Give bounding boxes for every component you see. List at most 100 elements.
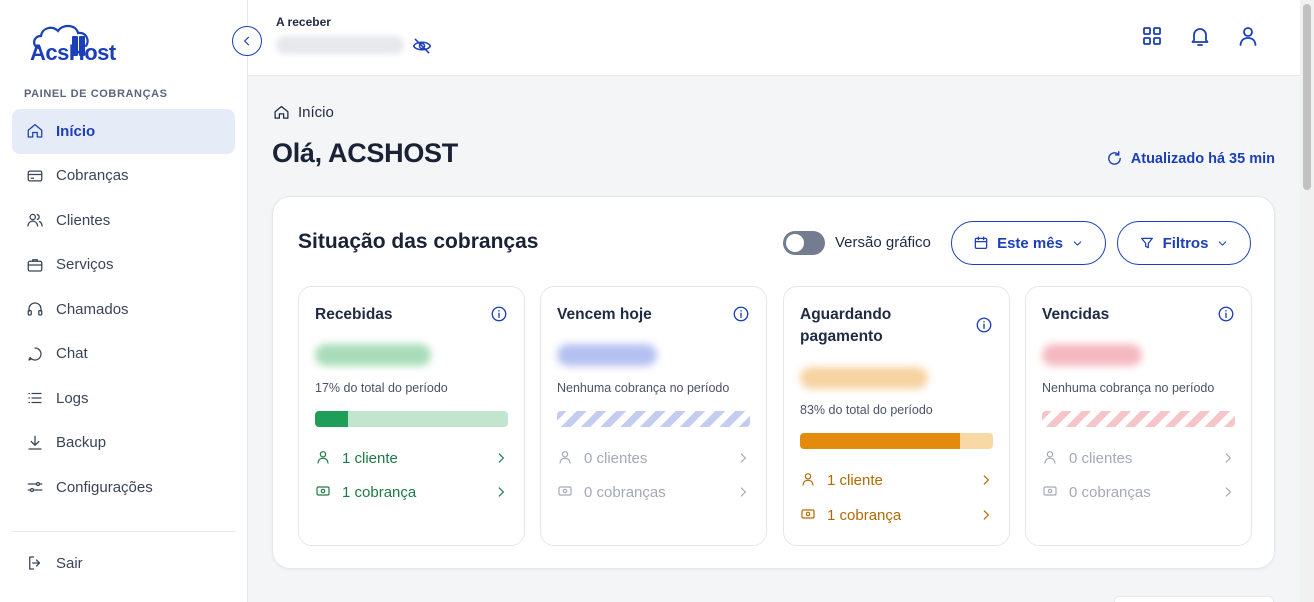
period-select-button[interactable]: Este mês (951, 221, 1106, 265)
progress-bar-empty (557, 411, 750, 427)
amount-hidden (1042, 344, 1142, 366)
sidebar-item-label: Serviços (56, 256, 114, 274)
apps-grid-icon (1143, 27, 1161, 45)
info-icon[interactable] (1217, 305, 1235, 323)
sidebar-item-chat[interactable]: Chat (12, 332, 235, 377)
chevron-right-icon (1221, 451, 1235, 465)
chevron-right-icon (736, 485, 750, 499)
briefcase-icon (24, 254, 46, 276)
charges-link[interactable]: 0 cobranças (557, 481, 750, 503)
chevron-right-icon (494, 485, 508, 499)
progress-bar (315, 411, 508, 427)
logout-label: Sair (56, 554, 83, 572)
notifications-button[interactable] (1188, 24, 1212, 48)
scrollbar-thumb[interactable] (1303, 4, 1311, 190)
user-icon (557, 449, 575, 467)
receive-value-hidden (276, 36, 404, 54)
clients-link[interactable]: 1 cliente (800, 469, 993, 491)
sidebar-item-label: Clientes (56, 211, 111, 229)
progress-fill (315, 411, 348, 427)
amount-hidden (315, 344, 431, 366)
user-icon (800, 471, 818, 489)
breadcrumb: Início (273, 104, 334, 121)
amount-hidden (800, 367, 928, 389)
sidebar-item-label: Chat (56, 345, 88, 363)
card-title: Vencidas (1042, 306, 1110, 323)
collapse-sidebar-button[interactable] (232, 26, 262, 56)
apps-grid-button[interactable] (1140, 24, 1164, 48)
acshost-logo[interactable]: AcsHost (28, 22, 128, 68)
sidebar-item-chamados[interactable]: Chamados (12, 287, 235, 332)
sidebar-item-label: Configurações (56, 478, 153, 496)
card-note: 17% do total do período (315, 381, 448, 395)
progress-fill (800, 433, 961, 449)
topbar: A receber (248, 0, 1300, 76)
filter-icon (1140, 237, 1153, 249)
headset-icon (24, 298, 46, 320)
card-vencidas: Vencidas Nenhuma cobrança no período 0 c… (1025, 286, 1252, 546)
card-title: Vencem hoje (557, 306, 652, 323)
users-icon (24, 209, 46, 231)
chart-version-toggle[interactable] (783, 231, 825, 255)
cash-icon (1042, 483, 1060, 501)
page-title: Olá, ACSHOST (272, 138, 458, 168)
home-icon (274, 105, 289, 119)
clients-label: 1 cliente (827, 471, 883, 489)
chevron-down-icon (1219, 240, 1227, 246)
filters-button[interactable]: Filtros (1117, 221, 1251, 265)
sidebar-item-label: Chamados (56, 300, 129, 318)
logout-button[interactable]: Sair (12, 541, 235, 586)
charges-link[interactable]: 0 cobranças (1042, 481, 1235, 503)
charges-link[interactable]: 1 cobrança (800, 504, 993, 526)
sidebar-item-configuracoes[interactable]: Configurações (12, 465, 235, 510)
cash-icon (800, 506, 818, 524)
card-title: Recebidas (315, 306, 393, 323)
logout: Sair (12, 541, 235, 586)
profile-button[interactable] (1236, 24, 1260, 48)
clients-label: 1 cliente (342, 449, 398, 467)
user-icon (315, 449, 333, 467)
updated-label: Atualizado há 35 min (1130, 150, 1275, 167)
card-note: Nenhuma cobrança no período (557, 381, 730, 395)
download-icon (24, 432, 46, 454)
clients-link[interactable]: 0 clientes (1042, 447, 1235, 469)
charges-label: 0 cobranças (584, 483, 666, 501)
cash-icon (315, 483, 333, 501)
chevron-right-icon (736, 451, 750, 465)
refresh-button[interactable]: Atualizado há 35 min (1106, 150, 1275, 167)
sidebar-item-servicos[interactable]: Serviços (12, 243, 235, 288)
chevron-down-icon (1073, 240, 1082, 246)
billing-status-panel: Situação das cobranças Versão gráfico Es… (272, 196, 1275, 569)
logout-icon (24, 552, 46, 574)
sidebar-divider (12, 531, 235, 532)
list-icon (24, 387, 46, 409)
sidebar-item-clientes[interactable]: Clientes (12, 198, 235, 243)
chevron-right-icon (979, 473, 993, 487)
user-icon (1239, 27, 1257, 46)
sidebar-item-logs[interactable]: Logs (12, 376, 235, 421)
info-icon[interactable] (975, 316, 993, 334)
charges-label: 1 cobrança (827, 506, 902, 524)
sidebar-item-inicio[interactable]: Início (12, 109, 235, 154)
info-icon[interactable] (490, 305, 508, 323)
card-recebidas: Recebidas 17% do total do período 1 clie… (298, 286, 525, 546)
sidebar-item-label: Logs (56, 389, 89, 407)
home-icon (24, 120, 46, 142)
bell-icon (1191, 28, 1209, 46)
topbar-actions (1140, 24, 1260, 48)
toggle-visibility-button[interactable] (412, 36, 434, 56)
card-icon (24, 165, 46, 187)
clients-label: 0 clientes (1069, 449, 1133, 467)
breadcrumb-item[interactable]: Início (298, 104, 334, 121)
page-scrollbar[interactable] (1300, 0, 1314, 602)
clients-link[interactable]: 1 cliente (315, 447, 508, 469)
chevron-right-icon (979, 508, 993, 522)
user-icon (1042, 449, 1060, 467)
filters-label: Filtros (1162, 234, 1209, 252)
sidebar-item-cobrancas[interactable]: Cobranças (12, 154, 235, 199)
clients-link[interactable]: 0 clientes (557, 447, 750, 469)
card-title: Aguardando pagamento (800, 306, 892, 345)
info-icon[interactable] (732, 305, 750, 323)
sidebar-item-backup[interactable]: Backup (12, 421, 235, 466)
charges-link[interactable]: 1 cobrança (315, 481, 508, 503)
